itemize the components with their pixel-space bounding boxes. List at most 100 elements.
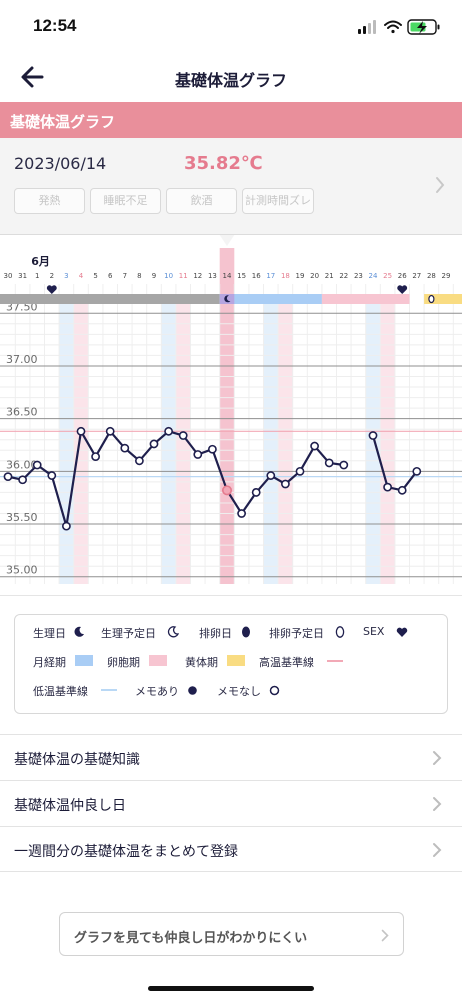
temperature-point [91,452,100,461]
x-tick-label: 26 [398,272,407,280]
x-tick-label: 17 [266,272,275,280]
section-header-title: 基礎体温グラフ [10,113,116,131]
tag-fever[interactable]: 発熱 [14,188,85,214]
temperature-point [397,485,407,495]
temperature-point [32,460,42,470]
chevron-right-icon [433,797,442,811]
home-indicator [148,986,314,991]
tag-measure-time-offset[interactable]: 計測時間ズレ [242,188,314,214]
legend-luteal-swatch [227,655,245,666]
menu-item-bbt-basics[interactable]: 基礎体温の基礎知識 [0,734,462,780]
x-tick-label: 2 [50,272,54,280]
status-bar: 12:54 [0,0,462,52]
x-tick-label: 14 [223,272,232,280]
help-button-label: グラフを見ても仲良し日がわかりにくい [74,931,308,946]
temperature-point [324,458,334,468]
temperature-point [120,443,130,453]
moon-filled-icon [74,626,84,637]
x-tick-label: 20 [310,272,319,280]
temperature-point [237,509,246,518]
temperature-point [105,426,115,436]
temperature-point [164,426,173,436]
legend-luteal-label: 黄体期 [185,656,218,669]
temperature-point [207,444,217,454]
legend-low-baseline-swatch [101,689,117,691]
tag-sleep-deprivation[interactable]: 睡眠不足 [90,188,161,214]
x-tick-label: 8 [137,272,141,280]
x-tick-label: 16 [252,272,261,280]
x-tick-label: 29 [442,272,451,280]
x-tick-label: 25 [383,272,392,280]
phase-bar-segment [321,294,410,304]
menu-item-weekly-bulk-entry[interactable]: 一週間分の基礎体温をまとめて登録 [0,826,462,872]
memo-filled-dot-icon [188,686,197,695]
x-tick-label: 27 [412,272,421,280]
x-tick-label: 24 [369,272,378,280]
chevron-right-icon [433,751,442,765]
x-tick-label: 11 [179,272,188,280]
x-tick-label: 28 [427,272,436,280]
chart-legend: 生理日 生理予定日 排卵日 排卵予定日 SEX 月経期 卵胞期 黄体期 高温基準… [14,614,448,714]
temperature-point [76,426,86,436]
tag-drinking[interactable]: 飲酒 [166,188,237,214]
chevron-right-icon [381,929,389,942]
legend-menstrual-label: 月経期 [33,656,66,669]
legend-ovulation-label: 排卵日 [199,627,232,640]
nav-bar: 基礎体温グラフ [0,52,462,102]
legend-follicular-label: 卵胞期 [107,656,140,669]
legend-menstrual-swatch [75,655,93,666]
y-tick-label: 37.00 [6,353,38,366]
temperature-point [62,521,71,531]
battery-charging-icon [407,19,440,35]
x-tick-label: 31 [18,272,27,280]
phase-bar-segment [0,294,220,304]
cellular-signal-icon [358,20,376,34]
legend-memo-no-label: メモなし [217,685,261,698]
legend-period-label: 生理日 [33,627,66,640]
bbt-chart-svg[interactable]: 37.5037.0036.5036.0035.5035.0030 31 1 2 3 4 5 6… [0,234,462,596]
chevron-right-icon [433,843,442,857]
x-tick-label: 18 [281,272,290,280]
x-tick-label: 5 [93,272,97,280]
x-tick-label: 19 [296,272,305,280]
chevron-right-icon [436,177,445,193]
y-tick-label: 36.50 [6,406,38,419]
x-tick-label: 9 [152,272,156,280]
temperature-point [3,472,13,482]
phase-bar-segment [219,294,322,304]
temperature-point [134,456,144,466]
temperature-point [310,441,319,451]
temperature-point [280,479,290,489]
legend-high-baseline-label: 高温基準線 [259,656,314,669]
temperature-point [295,466,305,476]
x-tick-label: 6 [108,272,113,280]
temperature-point [339,460,349,470]
temperature-point [412,466,422,476]
egg-filled-icon [242,626,250,638]
page-title: 基礎体温グラフ [174,71,287,90]
ovulation-expected-marker [428,294,435,304]
x-tick-label: 1 [35,272,39,280]
wifi-icon [384,20,402,34]
hard-to-read-help-button[interactable]: グラフを見ても仲良し日がわかりにくい [59,912,404,956]
bbt-chart[interactable]: 37.50 37.00 36.50 36.00 35.50 35.00 30 31 1 2 3 4 5 6… [0,234,462,596]
legend-high-baseline-swatch [327,660,343,662]
month-label: 6月 [31,255,50,268]
temperature-point [18,475,27,485]
x-tick-label: 10 [164,272,173,280]
x-tick-label: 3 [64,272,68,280]
legend-low-baseline-label: 低温基準線 [33,685,88,698]
selected-day-panel[interactable]: 2023/06/14 35.82℃ 発熱 睡眠不足 飲酒 計測時間ズレ [0,138,462,234]
temperature-point [368,431,378,440]
legend-memo-yes-label: メモあり [135,685,179,698]
menu-item-label: 基礎体温の基礎知識 [14,752,140,768]
memo-empty-dot-icon [269,685,280,696]
selected-temperature: 35.82℃ [184,153,263,174]
temperature-point [178,431,188,440]
y-tick-label: 35.00 [6,564,38,577]
menu-item-bbt-good-days[interactable]: 基礎体温仲良し日 [0,780,462,826]
legend-period-expected-label: 生理予定日 [101,627,156,640]
x-tick-label: 22 [339,272,348,280]
x-tick-label: 15 [237,272,246,280]
x-tick-label: 23 [354,272,363,280]
